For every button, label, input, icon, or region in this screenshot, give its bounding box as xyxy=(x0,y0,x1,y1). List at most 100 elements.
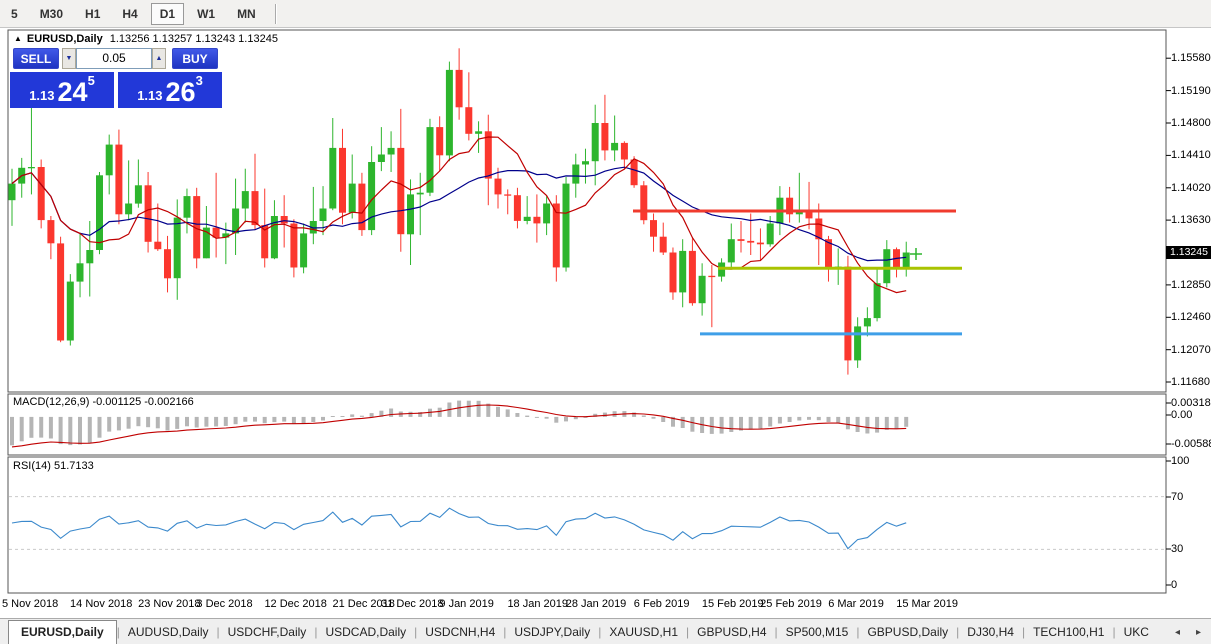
candle-body xyxy=(106,145,113,176)
tab-tech100-h1[interactable]: TECH100,H1 xyxy=(1025,621,1112,644)
macd-histogram-bar xyxy=(438,408,442,417)
toolbar-divider xyxy=(275,4,276,24)
macd-histogram-bar xyxy=(846,417,850,429)
candle-body xyxy=(699,276,706,303)
macd-histogram-bar xyxy=(292,417,296,424)
price-axis-label: 1.15580 xyxy=(1171,52,1211,64)
macd-histogram-bar xyxy=(895,417,899,429)
ask-quote-button[interactable]: 1.13 26 3 xyxy=(118,72,222,108)
price-axis-label: 1.12460 xyxy=(1171,311,1211,323)
candle-body xyxy=(679,251,686,293)
macd-histogram-bar xyxy=(836,417,840,423)
candle-body xyxy=(514,195,521,221)
tab-usdcnh-h4[interactable]: USDCNH,H4 xyxy=(417,621,503,644)
date-axis-label: 15 Mar 2019 xyxy=(896,598,958,610)
tab-audusd-daily[interactable]: AUDUSD,Daily xyxy=(120,621,217,644)
date-axis-label: 25 Feb 2019 xyxy=(760,598,822,610)
candle-body xyxy=(300,233,307,267)
candle-body xyxy=(164,249,171,278)
macd-histogram-bar xyxy=(856,417,860,432)
tab-usdjpy-daily[interactable]: USDJPY,Daily xyxy=(506,621,598,644)
tab-scroll-right-icon[interactable]: ▸ xyxy=(1196,627,1201,638)
tab-gbpusd-daily[interactable]: GBPUSD,Daily xyxy=(859,621,956,644)
macd-indicator-label: MACD(12,26,9) -0.001125 -0.002166 xyxy=(13,396,194,408)
macd-histogram-bar xyxy=(39,417,43,438)
candle-body xyxy=(582,161,589,164)
macd-histogram-bar xyxy=(253,417,257,422)
tab-usdchf-daily[interactable]: USDCHF,Daily xyxy=(220,621,315,644)
macd-histogram-bar xyxy=(127,417,131,429)
tab-usdcad-daily[interactable]: USDCAD,Daily xyxy=(317,621,414,644)
tab-eurusd-daily[interactable]: EURUSD,Daily xyxy=(8,620,117,644)
candle-body xyxy=(252,191,259,225)
buy-button[interactable]: BUY xyxy=(172,48,218,69)
ask-prefix: 1.13 xyxy=(137,88,162,103)
macd-histogram-bar xyxy=(20,417,24,441)
timeframe-button-d1[interactable]: D1 xyxy=(151,3,184,25)
candle-body xyxy=(86,250,93,263)
macd-histogram-bar xyxy=(817,417,821,420)
timeframe-button-m30[interactable]: M30 xyxy=(31,3,72,25)
macd-histogram-bar xyxy=(360,416,364,417)
timeframe-button-h4[interactable]: H4 xyxy=(113,3,146,25)
macd-histogram-bar xyxy=(768,417,772,427)
macd-histogram-bar xyxy=(195,417,199,428)
macd-histogram-bar xyxy=(49,417,53,439)
tab-dj30-h4[interactable]: DJ30,H4 xyxy=(959,621,1022,644)
candle-body xyxy=(524,217,531,221)
candle-body xyxy=(572,165,579,184)
timeframe-button-w1[interactable]: W1 xyxy=(188,3,224,25)
date-axis-label: 6 Mar 2019 xyxy=(828,598,884,610)
volume-increase-icon[interactable]: ▲ xyxy=(152,48,166,69)
candle-body xyxy=(670,253,677,293)
date-axis-label: 14 Nov 2018 xyxy=(70,598,132,610)
price-axis-label: 1.12070 xyxy=(1171,344,1211,356)
macd-histogram-bar xyxy=(807,417,811,420)
price-axis-label: 1.14410 xyxy=(1171,149,1211,161)
candle-body xyxy=(397,148,404,234)
macd-histogram-bar xyxy=(904,417,908,427)
candle-body xyxy=(592,123,599,161)
candle-body xyxy=(621,143,628,160)
macd-histogram-bar xyxy=(885,417,889,430)
candle-body xyxy=(329,148,336,209)
macd-histogram-bar xyxy=(506,409,510,417)
macd-histogram-bar xyxy=(749,417,753,430)
macd-histogram-bar xyxy=(370,413,374,417)
macd-histogram-bar xyxy=(865,417,869,434)
timeframe-button-h1[interactable]: H1 xyxy=(76,3,109,25)
volume-decrease-icon[interactable]: ▼ xyxy=(62,48,76,69)
date-axis-label: 15 Feb 2019 xyxy=(702,598,764,610)
candle-body xyxy=(689,251,696,303)
timeframe-button-5[interactable]: 5 xyxy=(2,3,27,25)
macd-histogram-bar xyxy=(467,401,471,417)
macd-histogram-bar xyxy=(729,417,733,432)
macd-histogram-bar xyxy=(136,417,140,426)
macd-histogram-bar xyxy=(661,417,665,422)
tab-xauusd-h1[interactable]: XAUUSD,H1 xyxy=(601,621,686,644)
candle-body xyxy=(125,204,132,215)
tab-gbpusd-h4[interactable]: GBPUSD,H4 xyxy=(689,621,774,644)
symbol-tabbar: EURUSD,Daily|AUDUSD,Daily|USDCHF,Daily|U… xyxy=(0,618,1211,644)
macd-histogram-bar xyxy=(214,417,218,427)
tab-ukc[interactable]: UKC xyxy=(1116,621,1157,644)
tab-sp500-m15[interactable]: SP500,M15 xyxy=(778,621,857,644)
tab-scroll-left-icon[interactable]: ◂ xyxy=(1175,627,1180,638)
candle-body xyxy=(475,131,482,134)
macd-histogram-bar xyxy=(389,409,393,417)
bid-quote-button[interactable]: 1.13 24 5 xyxy=(10,72,114,108)
candle-body xyxy=(320,209,327,222)
bid-big-digits: 24 xyxy=(58,79,88,105)
sell-button[interactable]: SELL xyxy=(13,48,59,69)
candle-body xyxy=(96,175,103,250)
macd-histogram-bar xyxy=(341,416,345,417)
macd-histogram-bar xyxy=(331,416,335,417)
candle-body xyxy=(563,184,570,268)
price-axis-label: 1.14020 xyxy=(1171,182,1211,194)
volume-input[interactable]: 0.05 xyxy=(76,48,152,69)
macd-histogram-bar xyxy=(272,417,276,422)
macd-axis-label: -0.005889 xyxy=(1171,438,1211,450)
one-click-collapse-icon[interactable]: ▲ xyxy=(14,34,22,43)
timeframe-button-mn[interactable]: MN xyxy=(228,3,265,25)
candle-body xyxy=(631,160,638,186)
